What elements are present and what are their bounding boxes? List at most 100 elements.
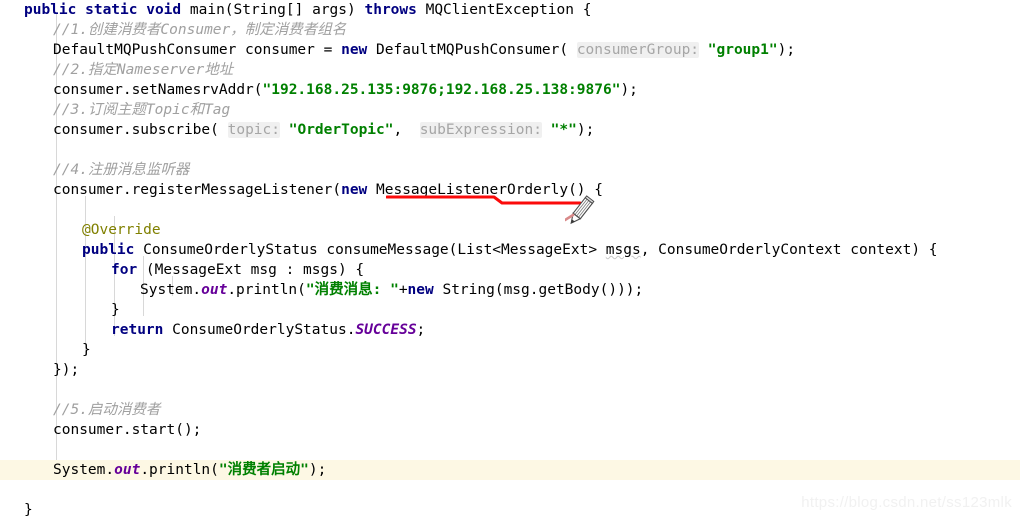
token-str: "消费者启动" [218, 462, 309, 478]
code-line-text: }); [24, 362, 79, 378]
token-plain: } [82, 342, 91, 358]
token-plain: .println( [140, 462, 219, 478]
token-plain: consumer.setNamesrvAddr( [53, 82, 263, 98]
code-line[interactable]: consumer.setNamesrvAddr("192.168.25.135:… [0, 80, 1020, 100]
code-line[interactable] [0, 140, 1020, 160]
code-line-text: public ConsumeOrderlyStatus consumeMessa… [24, 242, 938, 258]
token-hint: consumerGroup: [576, 42, 700, 58]
token-plain: MessageListenerOrderly() { [376, 182, 603, 198]
token-kw: public [24, 2, 86, 18]
token-plain: } [24, 502, 33, 518]
token-kw: new [341, 42, 377, 58]
code-line-text: consumer.subscribe( topic: "OrderTopic",… [24, 122, 594, 138]
token-plain: } [111, 302, 120, 318]
token-plain: ); [576, 122, 595, 138]
token-plain: DefaultMQPushConsumer( [376, 42, 577, 58]
code-line[interactable]: //2.指定Nameserver地址 [0, 60, 1020, 80]
token-plain: ConsumeOrderlyStatus. [172, 322, 356, 338]
token-plain: ; [416, 322, 426, 338]
code-line[interactable]: for (MessageExt msg : msgs) { [0, 260, 1020, 280]
code-line[interactable] [0, 380, 1020, 400]
token-plain: (MessageExt msg : msgs) { [145, 262, 365, 278]
token-cmt: //5.启动消费者 [53, 402, 161, 418]
code-line-text: //2.指定Nameserver地址 [24, 62, 233, 78]
code-line[interactable]: consumer.subscribe( topic: "OrderTopic",… [0, 120, 1020, 140]
token-cmt: //4.注册消息监听器 [53, 162, 190, 178]
token-sq: msgs [605, 242, 641, 258]
token-plain: ); [308, 462, 327, 478]
token-plain: String(msg.getBody())); [442, 282, 644, 298]
code-line-text: @Override [24, 222, 161, 238]
code-line-text: for (MessageExt msg : msgs) { [24, 262, 364, 278]
code-line[interactable]: DefaultMQPushConsumer consumer = new Def… [0, 40, 1020, 60]
token-str: "消费消息: " [305, 282, 399, 298]
token-hint: subExpression: [419, 122, 542, 138]
token-stat: SUCCESS [355, 322, 417, 338]
token-stat: out [201, 282, 228, 298]
csdn-blog-watermark: https://blog.csdn.net/ss123mlk [801, 494, 1012, 511]
token-plain: .println( [227, 282, 306, 298]
token-str: "192.168.25.135:9876;192.168.25.138:9876… [262, 82, 621, 98]
token-kw: for [111, 262, 146, 278]
token-plain: consumer.start(); [53, 422, 202, 438]
code-line[interactable]: } [0, 300, 1020, 320]
code-line-text: System.out.println("消费消息: "+new String(m… [24, 282, 643, 298]
token-plain: DefaultMQPushConsumer consumer = [53, 42, 342, 58]
token-plain: + [398, 282, 408, 298]
token-cmt: //1.创建消费者Consumer，制定消费者组名 [53, 22, 347, 38]
code-line[interactable]: //3.订阅主题Topic和Tag [0, 100, 1020, 120]
token-kw: public [82, 242, 144, 258]
token-plain: , ConsumeOrderlyContext context) { [640, 242, 938, 258]
token-stat: out [114, 462, 141, 478]
token-plain: System. [140, 282, 202, 298]
token-plain: System. [53, 462, 115, 478]
code-line[interactable]: consumer.start(); [0, 420, 1020, 440]
token-plain: ); [777, 42, 796, 58]
code-line[interactable]: //1.创建消费者Consumer，制定消费者组名 [0, 20, 1020, 40]
token-cmt: //3.订阅主题Topic和Tag [53, 102, 231, 118]
token-cmt: //2.指定Nameserver地址 [53, 62, 234, 78]
code-line-text: //5.启动消费者 [24, 402, 160, 418]
token-str: "*" [550, 122, 577, 138]
token-plain: MQClientException { [425, 2, 592, 18]
code-line[interactable]: } [0, 340, 1020, 360]
code-content[interactable]: public static void main(String[] args) t… [0, 0, 1020, 519]
code-line[interactable]: System.out.println("消费消息: "+new String(m… [0, 280, 1020, 300]
code-line-text: //1.创建消费者Consumer，制定消费者组名 [24, 22, 346, 38]
code-line-text: consumer.setNamesrvAddr("192.168.25.135:… [24, 82, 638, 98]
token-kw: throws [364, 2, 426, 18]
code-line-text: DefaultMQPushConsumer consumer = new Def… [24, 42, 795, 58]
token-plain: ConsumeOrderlyStatus consumeMessage(List… [143, 242, 606, 258]
code-line-text: //3.订阅主题Topic和Tag [24, 102, 230, 118]
code-line[interactable]: consumer.registerMessageListener(new Mes… [0, 180, 1020, 200]
code-line[interactable]: //4.注册消息监听器 [0, 160, 1020, 180]
code-editor-screenshot: public static void main(String[] args) t… [0, 0, 1020, 519]
code-line[interactable]: }); [0, 360, 1020, 380]
token-plain: , [393, 122, 420, 138]
code-line[interactable] [0, 440, 1020, 460]
token-str: "group1" [707, 42, 778, 58]
token-str: "OrderTopic" [288, 122, 394, 138]
code-line[interactable]: System.out.println("消费者启动"); [0, 460, 1020, 480]
token-kw: void [146, 2, 190, 18]
code-line[interactable]: public ConsumeOrderlyStatus consumeMessa… [0, 240, 1020, 260]
token-plain: }); [53, 362, 80, 378]
code-line[interactable]: //5.启动消费者 [0, 400, 1020, 420]
code-line[interactable]: @Override [0, 220, 1020, 240]
code-line-text: System.out.println("消费者启动"); [24, 462, 326, 478]
code-line-text: //4.注册消息监听器 [24, 162, 189, 178]
code-line-text: } [24, 302, 120, 318]
token-hint: topic: [227, 122, 280, 138]
code-line-text: public static void main(String[] args) t… [24, 2, 591, 18]
code-line-text: consumer.start(); [24, 422, 201, 438]
code-line[interactable]: public static void main(String[] args) t… [0, 0, 1020, 20]
code-line-text: consumer.registerMessageListener(new Mes… [24, 182, 603, 198]
token-kw: static [85, 2, 147, 18]
token-plain: consumer.registerMessageListener( [53, 182, 342, 198]
code-line[interactable] [0, 200, 1020, 220]
code-line[interactable]: return ConsumeOrderlyStatus.SUCCESS; [0, 320, 1020, 340]
token-plain: main(String[] args) [189, 2, 365, 18]
